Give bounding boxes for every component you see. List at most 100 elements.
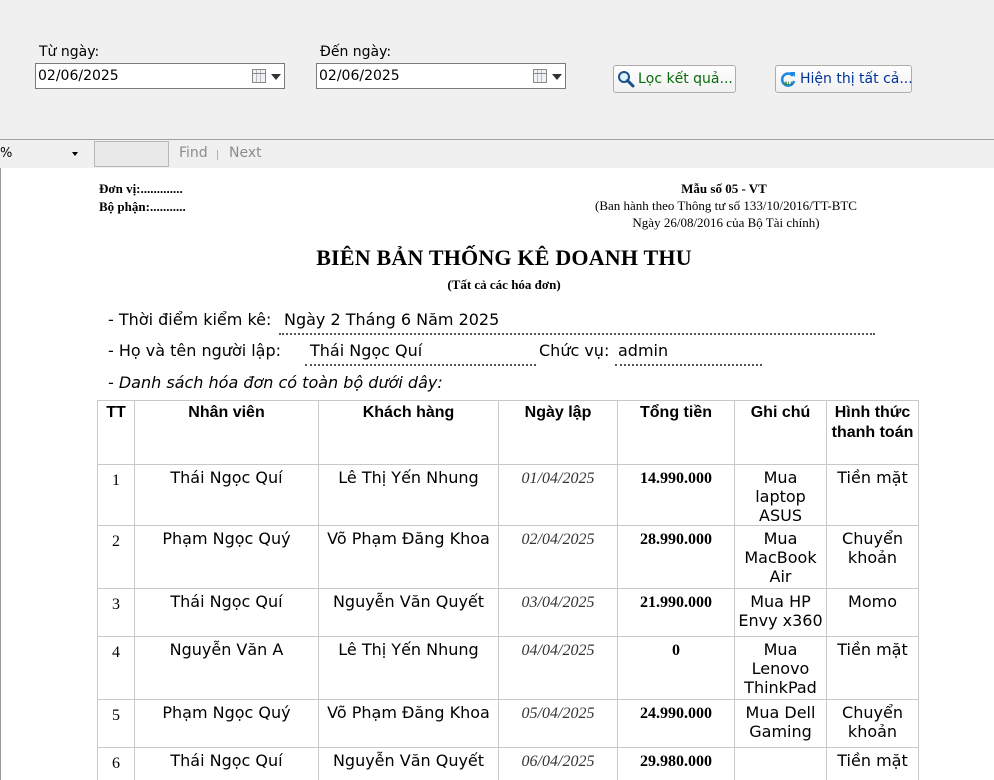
cell-date: 03/04/2025: [498, 588, 618, 637]
column-header: Hình thức thanh toán: [826, 400, 919, 465]
column-header: Ngày lập: [498, 400, 618, 465]
cell-total: 29.980.000: [617, 747, 735, 780]
table-header: TT Nhân viên Khách hàng Ngày lập Tổng ti…: [97, 400, 919, 465]
report-subtitle: (Tất cả các hóa đơn): [447, 277, 561, 292]
cell-note: Mua laptop ASUS: [734, 464, 827, 526]
cell-total: 28.990.000: [617, 525, 735, 589]
cell-employee: Nguyễn Văn A: [134, 636, 319, 700]
form-number: Mẫu số 05 - VT: [681, 181, 767, 196]
cell-payment: Tiền mặt: [826, 747, 919, 780]
to-date-label: Đến ngày:: [320, 44, 392, 60]
chevron-down-icon[interactable]: [72, 152, 78, 156]
cell-employee: Phạm Ngọc Quý: [134, 699, 319, 748]
department-line: Bộ phận:...........: [99, 199, 186, 214]
cell-note: Mua MacBook Air: [734, 525, 827, 589]
position-value: admin: [618, 341, 669, 360]
cell-tt: 5: [97, 699, 135, 748]
creator-value: Thái Ngọc Quí: [310, 341, 423, 360]
cell-date: 06/04/2025: [498, 747, 618, 780]
filter-bar: Từ ngày: 02/06/2025 Đến ngày: 02/06/2025…: [0, 0, 994, 140]
calendar-icon[interactable]: [533, 69, 547, 83]
cell-date: 04/04/2025: [498, 636, 618, 700]
cell-payment: Tiền mặt: [826, 636, 919, 700]
position-label: Chức vụ:: [539, 341, 610, 360]
form-date: Ngày 26/08/2016 của Bộ Tài chính): [632, 215, 820, 230]
cell-note: Mua Dell Gaming: [734, 699, 827, 748]
time-underline: [279, 333, 875, 335]
svg-text:ALL: ALL: [784, 81, 793, 87]
cell-tt: 4: [97, 636, 135, 700]
calendar-icon[interactable]: [252, 69, 266, 83]
cell-customer: Võ Phạm Đăng Khoa: [318, 525, 499, 589]
cell-tt: 1: [97, 464, 135, 526]
report-toolbar: % Find Next: [0, 139, 994, 168]
from-date-picker[interactable]: 02/06/2025: [35, 63, 285, 89]
cell-employee: Thái Ngọc Quí: [134, 588, 319, 637]
cell-payment: Chuyển khoản: [826, 525, 919, 589]
table-row: 5 Phạm Ngọc Quý Võ Phạm Đăng Khoa 05/04/…: [97, 699, 919, 748]
to-date-value[interactable]: 02/06/2025: [319, 68, 400, 84]
cell-customer: Nguyễn Văn Quyết: [318, 747, 499, 780]
cell-customer: Võ Phạm Đăng Khoa: [318, 699, 499, 748]
toolbar-divider: [217, 150, 218, 160]
cell-total: 21.990.000: [617, 588, 735, 637]
show-all-label: Hiện thị tất cả...: [800, 71, 913, 87]
cell-date: 01/04/2025: [498, 464, 618, 526]
to-date-picker[interactable]: 02/06/2025: [316, 63, 566, 89]
column-header: Ghi chú: [734, 400, 827, 465]
zoom-value[interactable]: %: [0, 146, 12, 161]
column-header: TT: [97, 400, 135, 465]
column-header: Nhân viên: [134, 400, 319, 465]
cell-tt: 3: [97, 588, 135, 637]
cell-customer: Lê Thị Yến Nhung: [318, 464, 499, 526]
column-header: Tổng tiền: [617, 400, 735, 465]
cell-payment: Momo: [826, 588, 919, 637]
cell-date: 02/04/2025: [498, 525, 618, 589]
from-date-value[interactable]: 02/06/2025: [38, 68, 119, 84]
cell-payment: Chuyển khoản: [826, 699, 919, 748]
cell-total: 14.990.000: [617, 464, 735, 526]
show-all-button[interactable]: ALL Hiện thị tất cả...: [775, 65, 913, 93]
report-title: BIÊN BẢN THỐNG KÊ DOANH THU: [316, 245, 692, 270]
creator-underline: [305, 364, 536, 366]
table-row: 4 Nguyễn Văn A Lê Thị Yến Nhung 04/04/20…: [97, 636, 919, 700]
cell-total: 24.990.000: [617, 699, 735, 748]
cell-employee: Thái Ngọc Quí: [134, 464, 319, 526]
cell-tt: 2: [97, 525, 135, 589]
chevron-down-icon[interactable]: [271, 74, 281, 80]
find-input[interactable]: [94, 141, 169, 167]
cell-tt: 6: [97, 747, 135, 780]
cell-employee: Phạm Ngọc Quý: [134, 525, 319, 589]
creator-label: - Họ và tên người lập:: [108, 341, 282, 360]
cell-note: Mua Lenovo ThinkPad: [734, 636, 827, 700]
time-label: - Thời điểm kiểm kê:: [108, 310, 272, 329]
cell-payment: Tiền mặt: [826, 464, 919, 526]
position-underline: [615, 364, 762, 366]
chevron-down-icon[interactable]: [552, 74, 562, 80]
filter-results-button[interactable]: Lọc kết quả...: [613, 65, 736, 93]
cell-customer: Lê Thị Yến Nhung: [318, 636, 499, 700]
table-row: 2 Phạm Ngọc Quý Võ Phạm Đăng Khoa 02/04/…: [97, 525, 919, 589]
cell-note: Mua HP Envy x360: [734, 588, 827, 637]
cell-date: 05/04/2025: [498, 699, 618, 748]
cell-employee: Thái Ngọc Quí: [134, 747, 319, 780]
unit-line: Đơn vị:.............: [99, 181, 183, 196]
cell-customer: Nguyễn Văn Quyết: [318, 588, 499, 637]
form-issued: (Ban hành theo Thông tư số 133/10/2016/T…: [595, 198, 857, 213]
from-date-label: Từ ngày:: [39, 44, 100, 60]
table-row: 1 Thái Ngọc Quí Lê Thị Yến Nhung 01/04/2…: [97, 464, 919, 526]
next-button[interactable]: Next: [229, 145, 262, 161]
find-button[interactable]: Find: [179, 145, 208, 161]
time-value: Ngày 2 Tháng 6 Năm 2025: [284, 310, 500, 329]
list-label: - Danh sách hóa đơn có toàn bộ dưới dây:: [108, 373, 443, 392]
refresh-icon: ALL: [780, 72, 796, 87]
zoom-select[interactable]: %: [0, 145, 88, 163]
invoice-table: TT Nhân viên Khách hàng Ngày lập Tổng ti…: [97, 400, 919, 780]
table-row: 6 Thái Ngọc Quí Nguyễn Văn Quyết 06/04/2…: [97, 747, 919, 780]
filter-results-label: Lọc kết quả...: [638, 71, 733, 87]
report-page: Đơn vị:............. Bộ phận:...........…: [0, 168, 994, 780]
column-header: Khách hàng: [318, 400, 499, 465]
cell-note: [734, 747, 827, 780]
search-icon: [618, 71, 635, 88]
table-row: 3 Thái Ngọc Quí Nguyễn Văn Quyết 03/04/2…: [97, 588, 919, 637]
